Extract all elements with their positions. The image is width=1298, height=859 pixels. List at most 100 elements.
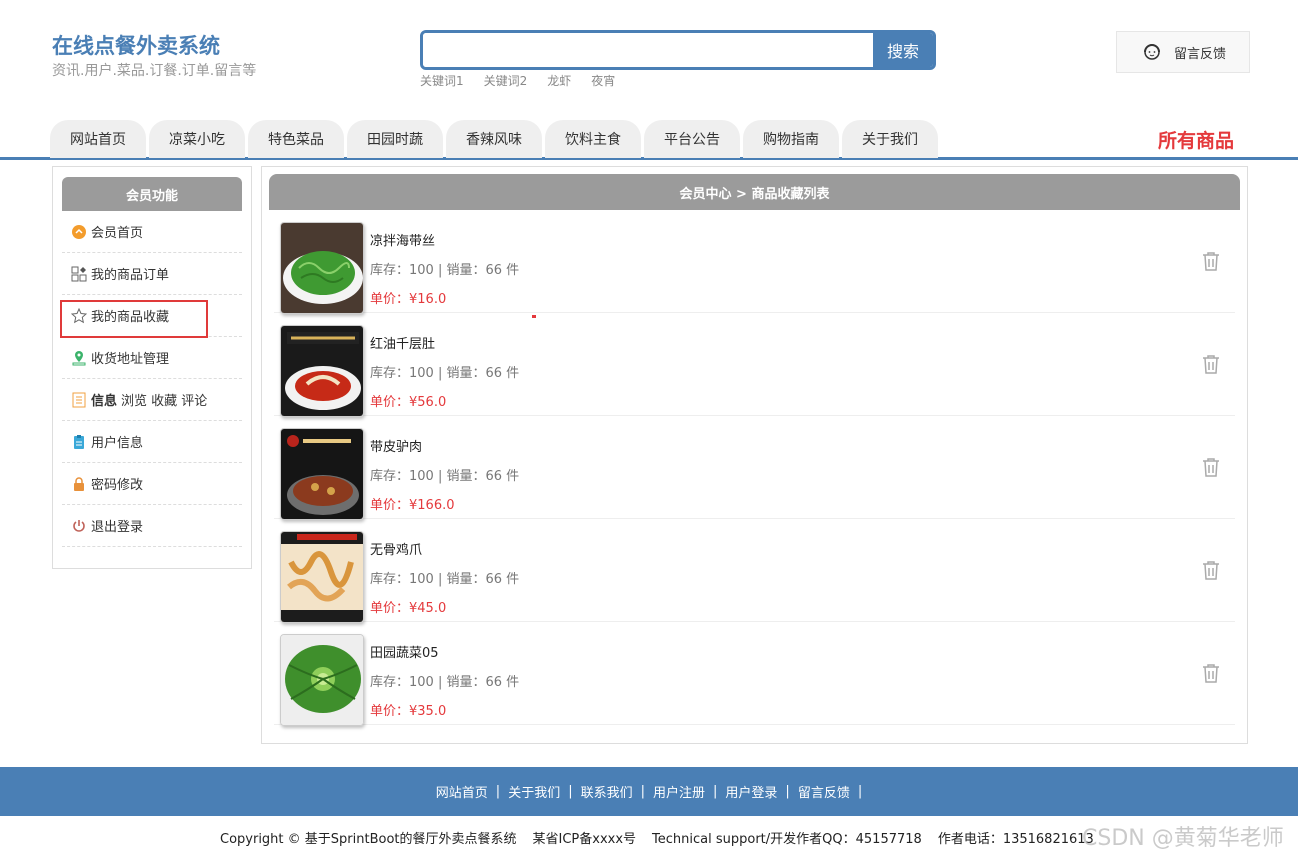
trash-icon[interactable] [1201,353,1221,375]
list-item: 红油千层肚 库存：100 | 销量：66 件 单价：¥56.0 [274,313,1235,417]
product-stock: 库存：100 | 销量：66 件 [370,675,520,690]
list-item: 带皮驴肉 库存：100 | 销量：66 件 单价：¥166.0 [274,416,1235,520]
keyword-link[interactable]: 夜宵 [591,72,615,89]
product-price: 单价：¥45.0 [370,601,447,616]
sidebar-item-label: 信息 [91,394,118,409]
list-item: 凉拌海带丝 库存：100 | 销量：66 件 单价：¥16.0 [274,210,1235,314]
search-button[interactable]: 搜索 [873,33,933,67]
customer-service-icon [1143,44,1160,60]
footer-nav: 网站首页 | 关于我们 | 联系我们 | 用户注册 | 用户登录 | 留言反馈 | [0,767,1298,816]
product-price: 单价：¥35.0 [370,704,447,719]
sidebar-item-label: 退出登录 [91,520,144,535]
watermark: CSDN @黄菊华老师 [1082,826,1284,851]
trash-icon[interactable] [1201,250,1221,272]
site-title[interactable]: 在线点餐外卖系统 [52,30,220,60]
header: 在线点餐外卖系统 资讯.用户.菜品.订餐.订单.留言等 搜索 关键词1 关键词2… [0,0,1298,118]
orders-icon [71,266,87,282]
stray-mark [532,315,536,318]
product-price: 单价：¥16.0 [370,292,447,307]
sidebar-item-label: 收货地址管理 [91,352,170,367]
product-name[interactable]: 无骨鸡爪 [370,539,422,558]
sidebar-title: 会员功能 [62,177,242,211]
product-stock: 库存：100 | 销量：66 件 [370,469,520,484]
trash-icon[interactable] [1201,662,1221,684]
separator: | [713,784,718,799]
sidebar-item-label: 会员首页 [91,226,144,241]
nav-item-home[interactable]: 网站首页 [50,120,146,158]
phone-text: 作者电话：13516821613 [937,832,1094,847]
keyword-link[interactable]: 关键词2 [484,72,528,89]
trash-icon[interactable] [1201,456,1221,478]
highlight-annotation [60,300,208,338]
sidebar-item-info[interactable]: 信息 浏览 收藏 评论 [62,379,242,421]
product-image[interactable] [280,222,364,314]
sidebar-item-password[interactable]: 密码修改 [62,463,242,505]
footer-link-feedback[interactable]: 留言反馈 [798,782,850,801]
product-image[interactable] [280,531,364,623]
footer-link-register[interactable]: 用户注册 [653,782,705,801]
breadcrumb: 会员中心 > 商品收藏列表 [269,174,1240,210]
search-input[interactable] [423,33,873,67]
nav-item-cold-dishes[interactable]: 凉菜小吃 [149,120,245,158]
keyword-link[interactable]: 关键词1 [420,72,464,89]
product-name[interactable]: 凉拌海带丝 [370,230,435,249]
feedback-button[interactable]: 留言反馈 [1116,31,1250,73]
list-item: 无骨鸡爪 库存：100 | 销量：66 件 单价：¥45.0 [274,519,1235,623]
sidebar-item-label: 用户信息 [91,436,144,451]
product-price: 单价：¥166.0 [370,498,455,513]
hot-keywords: 关键词1 关键词2 龙虾 夜宵 [420,72,615,89]
product-image[interactable] [280,634,364,726]
product-price: 单价：¥56.0 [370,395,447,410]
footer-link-login[interactable]: 用户登录 [725,782,777,801]
product-name[interactable]: 田园蔬菜05 [370,642,439,661]
icp-text: 某省ICP备xxxx号 [532,832,637,847]
sidebar-item-member-home[interactable]: 会员首页 [62,211,242,253]
footer-link-about[interactable]: 关于我们 [508,782,560,801]
main-nav: 网站首页 凉菜小吃 特色菜品 田园时蔬 香辣风味 饮料主食 平台公告 购物指南 … [0,118,1298,160]
lock-icon [71,476,87,492]
keyword-link[interactable]: 龙虾 [547,72,571,89]
footer-link-contact[interactable]: 联系我们 [581,782,633,801]
product-image[interactable] [280,428,364,520]
favorites-panel: 会员中心 > 商品收藏列表 凉拌海带丝 库存：100 | 销量：66 件 单价：… [261,166,1248,744]
member-sidebar: 会员功能 会员首页 我的商品订单 我的商品收藏 收货地址管理 信息 浏览 收藏 … [52,166,252,569]
nav-item-drinks[interactable]: 饮料主食 [545,120,641,158]
sidebar-item-user-info[interactable]: 用户信息 [62,421,242,463]
user-info-icon [71,434,87,450]
sidebar-item-orders[interactable]: 我的商品订单 [62,253,242,295]
trash-icon[interactable] [1201,559,1221,581]
nav-item-guide[interactable]: 购物指南 [743,120,839,158]
separator: | [495,784,501,799]
all-products-link[interactable]: 所有商品 [1158,126,1234,153]
support-text: Technical support/开发作者QQ：45157718 [652,832,922,847]
feedback-label: 留言反馈 [1173,46,1226,62]
member-home-icon [71,224,87,240]
nav-item-vegetables[interactable]: 田园时蔬 [347,120,443,158]
footer-link-home[interactable]: 网站首页 [436,782,488,801]
separator: | [857,784,863,799]
separator: | [568,784,573,799]
nav-item-specialty[interactable]: 特色菜品 [248,120,344,158]
copyright-bar: Copyright © 基于SprintBoot的餐厅外卖点餐系统 某省ICP备… [220,828,1094,847]
sidebar-item-extra: 浏览 收藏 评论 [121,394,208,409]
product-stock: 库存：100 | 销量：66 件 [370,366,520,381]
nav-item-about[interactable]: 关于我们 [842,120,938,158]
list-item: 田园蔬菜05 库存：100 | 销量：66 件 单价：¥35.0 [274,622,1235,726]
sidebar-item-logout[interactable]: 退出登录 [62,505,242,547]
separator: | [785,784,790,799]
separator: | [640,784,645,799]
sidebar-item-label: 我的商品订单 [91,268,170,283]
nav-item-spicy[interactable]: 香辣风味 [446,120,542,158]
copyright-text: Copyright © 基于SprintBoot的餐厅外卖点餐系统 [220,832,517,847]
site-subtitle: 资讯.用户.菜品.订餐.订单.留言等 [52,63,257,79]
product-name[interactable]: 红油千层肚 [370,333,435,352]
sidebar-item-label: 密码修改 [91,478,144,493]
product-image[interactable] [280,325,364,417]
search-box: 搜索 [420,30,936,70]
product-stock: 库存：100 | 销量：66 件 [370,572,520,587]
sidebar-item-address[interactable]: 收货地址管理 [62,337,242,379]
power-icon [71,518,87,534]
nav-item-notice[interactable]: 平台公告 [644,120,740,158]
product-stock: 库存：100 | 销量：66 件 [370,263,520,278]
product-name[interactable]: 带皮驴肉 [370,436,422,455]
